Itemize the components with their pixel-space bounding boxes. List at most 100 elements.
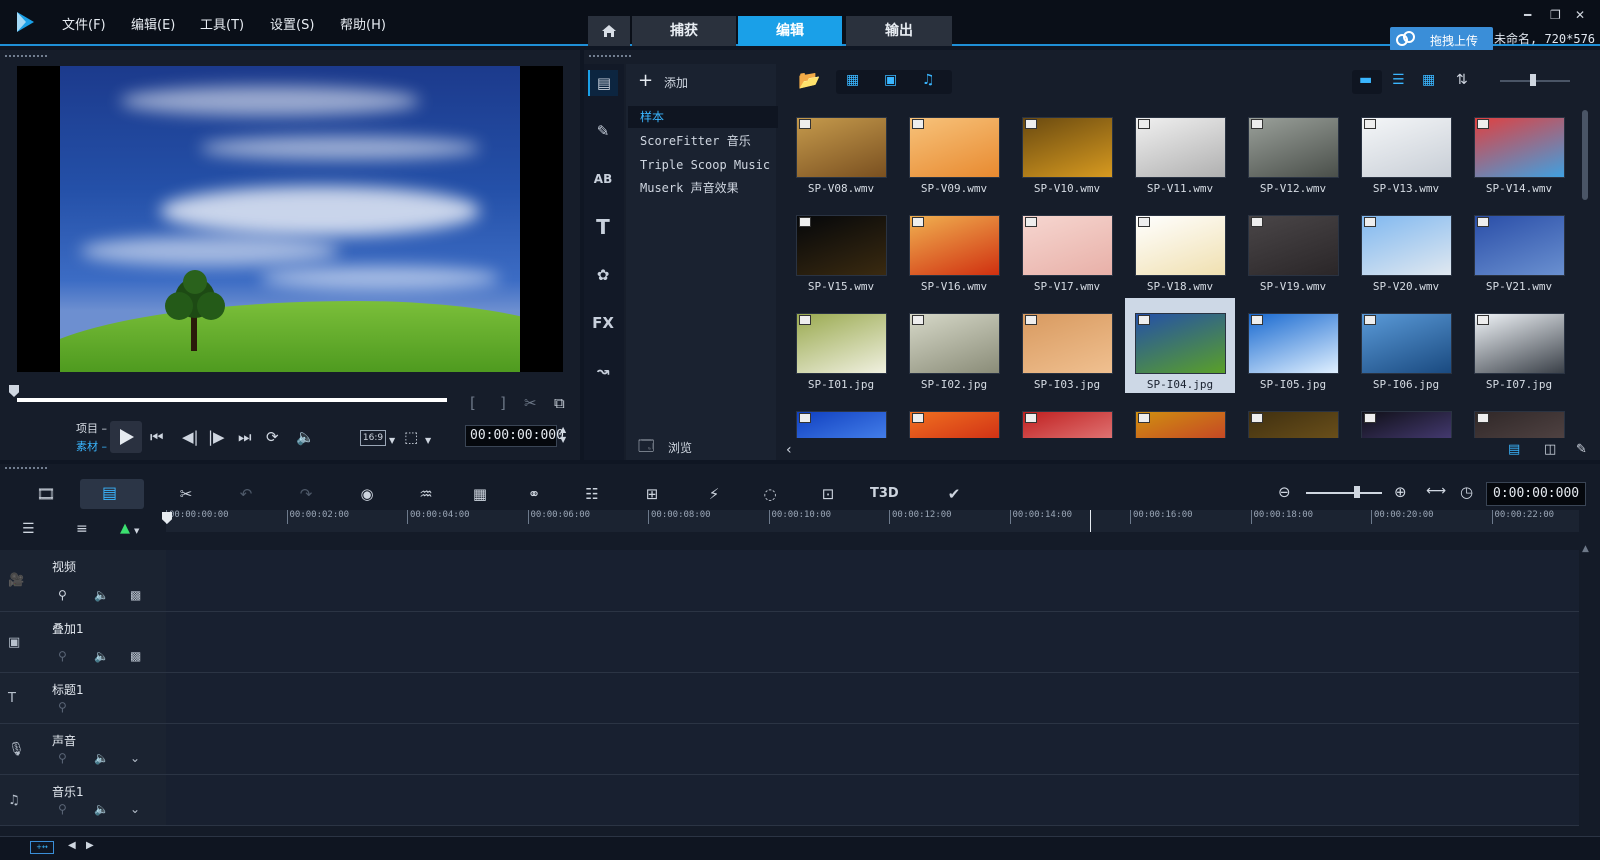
- split-screen-icon[interactable]: ⊞: [638, 483, 666, 505]
- track-lane[interactable]: [166, 724, 1579, 775]
- media-thumbnail[interactable]: SP-V21.wmv: [1464, 200, 1574, 295]
- storyboard-view-icon[interactable]: 🎞: [32, 483, 60, 505]
- media-thumbnail[interactable]: [1351, 396, 1461, 438]
- cloud-upload-button[interactable]: 拖拽上传: [1390, 27, 1493, 51]
- crop-icon[interactable]: ⬚: [404, 428, 418, 446]
- timeline-view-button[interactable]: ▤: [80, 479, 144, 509]
- mark-in-icon[interactable]: [: [470, 394, 476, 412]
- sound-mixer-icon[interactable]: ♒: [412, 483, 440, 505]
- path-icon[interactable]: ↝: [588, 358, 618, 384]
- timeline-ruler[interactable]: 00:00:00:00 00:00:02:00 00:00:04:00 00:00:0…: [166, 510, 1579, 532]
- volume-icon[interactable]: 🔈: [296, 428, 315, 446]
- collapse-left-icon[interactable]: ‹: [786, 442, 792, 458]
- track-manager-icon[interactable]: ☰: [22, 521, 35, 537]
- instant-project-icon[interactable]: ✎: [588, 118, 618, 144]
- tab-output[interactable]: 输出: [846, 16, 952, 46]
- split-layout-icon[interactable]: ◫: [1544, 442, 1556, 457]
- media-thumbnail[interactable]: [786, 396, 896, 438]
- track-transparency-icon[interactable]: ▩: [130, 649, 141, 663]
- track-header[interactable]: ♫ 音乐1 ⚲ 🔈 ⌄: [0, 775, 166, 826]
- media-thumbnail[interactable]: SP-V20.wmv: [1351, 200, 1461, 295]
- media-thumbnail[interactable]: SP-V11.wmv: [1125, 102, 1235, 197]
- multicam-icon[interactable]: ▦: [466, 483, 494, 505]
- tab-home[interactable]: [588, 16, 630, 46]
- add-chapter-icon[interactable]: ≡: [76, 521, 88, 537]
- tools-icon[interactable]: ✂: [172, 483, 200, 505]
- panel-grip[interactable]: [4, 466, 48, 470]
- menu-file[interactable]: 文件(F): [62, 14, 106, 33]
- prev-frame-icon[interactable]: ◀|: [182, 428, 199, 446]
- subtitle-icon[interactable]: ☷: [578, 483, 606, 505]
- timeline-timecode[interactable]: 0:00:00:000: [1486, 482, 1586, 506]
- media-thumbnail[interactable]: SP-I01.jpg: [786, 298, 896, 393]
- folder-samples[interactable]: 样本: [628, 106, 778, 128]
- pan-zoom-icon[interactable]: ⊡: [814, 483, 842, 505]
- link-icon[interactable]: ⚲: [58, 588, 67, 602]
- close-icon[interactable]: ✕: [1575, 8, 1585, 22]
- mute-icon[interactable]: 🔈: [94, 751, 109, 765]
- track-header[interactable]: 🎙 声音 ⚲ 🔈 ⌄: [0, 724, 166, 775]
- mode-clip-label[interactable]: 素材 –: [76, 438, 107, 454]
- mute-icon[interactable]: 🔈: [94, 588, 109, 602]
- mute-icon[interactable]: 🔈: [94, 649, 109, 663]
- menu-tools[interactable]: 工具(T): [200, 14, 244, 33]
- media-thumbnail[interactable]: SP-V14.wmv: [1464, 102, 1574, 197]
- menu-edit[interactable]: 编辑(E): [131, 14, 175, 33]
- track-header[interactable]: ▣ 叠加1 ⚲ 🔈 ▩: [0, 612, 166, 673]
- media-thumbnail[interactable]: SP-V19.wmv: [1238, 200, 1348, 295]
- timeline-scroll-up-icon[interactable]: ▲: [1582, 544, 1594, 556]
- fit-timeline-icon[interactable]: +↔: [30, 841, 54, 854]
- transition-icon[interactable]: AB: [588, 166, 618, 192]
- media-thumbnail[interactable]: SP-V09.wmv: [899, 102, 1009, 197]
- speed-icon[interactable]: ⚡: [700, 483, 728, 505]
- edit-layout-icon[interactable]: ✎: [1576, 442, 1587, 457]
- media-thumbnail[interactable]: SP-I06.jpg: [1351, 298, 1461, 393]
- library-layout-icon[interactable]: ▤: [1508, 442, 1520, 457]
- audio-ducking-icon[interactable]: ⌄: [130, 751, 140, 765]
- link-icon[interactable]: ⚲: [58, 751, 67, 765]
- enlarge-preview-icon[interactable]: ⧉: [554, 394, 565, 412]
- repeat-icon[interactable]: ⟳: [266, 428, 279, 446]
- media-thumbnail[interactable]: [1125, 396, 1235, 438]
- browse-button[interactable]: 🗔 浏览: [636, 436, 756, 458]
- import-folder-icon[interactable]: 📂: [798, 70, 820, 91]
- sort-icon[interactable]: ⇅: [1456, 72, 1468, 88]
- media-thumbnail[interactable]: [1238, 396, 1348, 438]
- media-thumbnail[interactable]: SP-I03.jpg: [1012, 298, 1122, 393]
- panel-grip[interactable]: [4, 54, 48, 58]
- zoom-slider[interactable]: [1306, 492, 1382, 494]
- go-start-icon[interactable]: ⏮: [150, 428, 164, 446]
- record-capture-icon[interactable]: ◉: [353, 483, 381, 505]
- track-lane[interactable]: [166, 775, 1579, 826]
- media-thumbnail[interactable]: SP-V10.wmv: [1012, 102, 1122, 197]
- media-thumbnail[interactable]: SP-V17.wmv: [1012, 200, 1122, 295]
- link-icon[interactable]: ⚲: [58, 802, 67, 816]
- mute-icon[interactable]: 🔈: [94, 802, 109, 816]
- media-thumbnail[interactable]: SP-V08.wmv: [786, 102, 896, 197]
- media-thumbnail[interactable]: [899, 396, 1009, 438]
- grid-view-icon[interactable]: ▦: [1422, 72, 1435, 88]
- media-thumbnail[interactable]: SP-V13.wmv: [1351, 102, 1461, 197]
- library-scrollbar[interactable]: [1582, 110, 1588, 200]
- filter-icon[interactable]: FX: [588, 310, 618, 336]
- tab-edit[interactable]: 编辑: [738, 16, 842, 46]
- play-button[interactable]: [110, 421, 142, 453]
- view-detail-button[interactable]: ▬: [1352, 70, 1382, 94]
- undo-icon[interactable]: ↶: [232, 483, 260, 505]
- ripple-dropdown-icon[interactable]: ▼: [134, 527, 139, 535]
- tab-capture[interactable]: 捕获: [632, 16, 736, 46]
- track-lane[interactable]: [166, 612, 1579, 673]
- track-header[interactable]: T 标题1 ⚲: [0, 673, 166, 724]
- motion-track-icon[interactable]: ◌: [756, 483, 784, 505]
- media-thumbnail[interactable]: [1464, 396, 1574, 438]
- audio-ducking-icon[interactable]: ⌄: [130, 802, 140, 816]
- blend-icon[interactable]: ⚭: [520, 483, 548, 505]
- track-lane[interactable]: [166, 673, 1579, 724]
- media-thumbnail[interactable]: SP-I02.jpg: [899, 298, 1009, 393]
- scrubber-bar[interactable]: [17, 398, 447, 402]
- track-lane[interactable]: [166, 550, 1579, 612]
- folder-scorefitter[interactable]: ScoreFitter 音乐: [628, 130, 778, 152]
- media-icon[interactable]: ▤: [588, 70, 618, 96]
- zoom-slider-handle[interactable]: [1354, 486, 1360, 498]
- show-audio-icon[interactable]: ♫: [922, 72, 935, 88]
